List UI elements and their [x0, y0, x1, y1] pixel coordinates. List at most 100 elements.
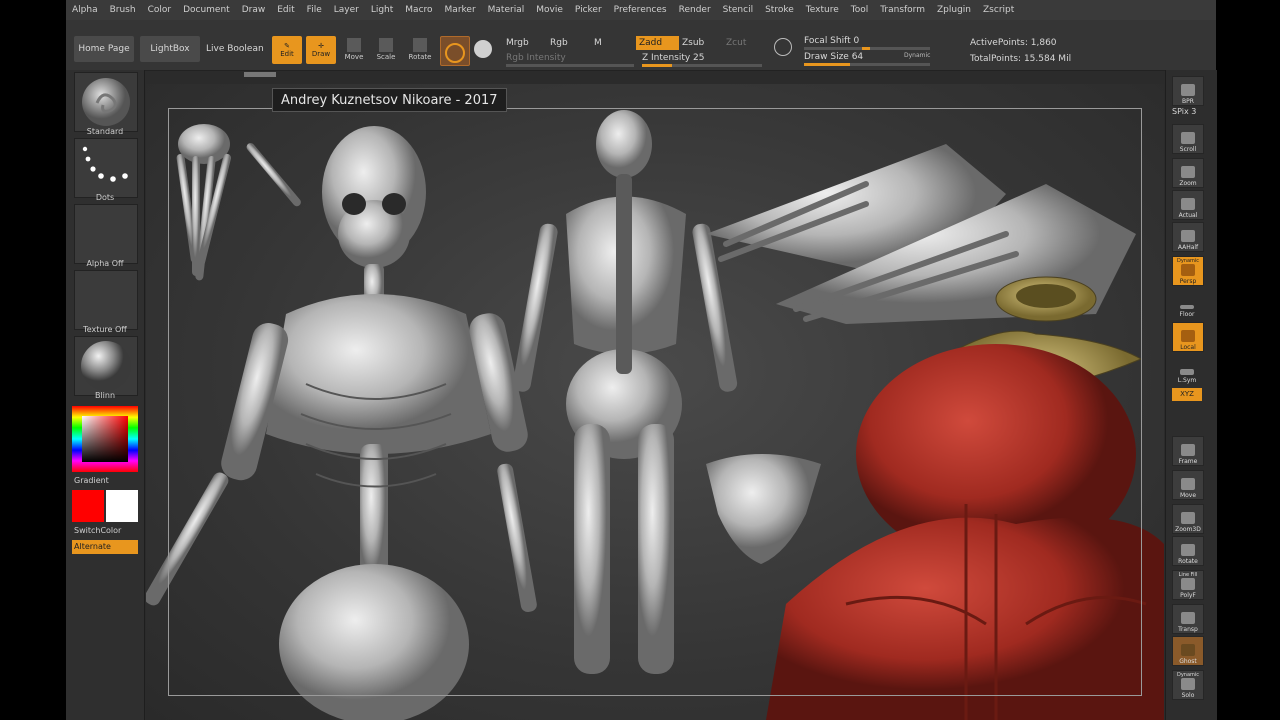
menu-transform[interactable]: Transform	[874, 5, 931, 15]
brush-label: Standard	[86, 127, 124, 136]
left-tray: Standard Dots Alpha Off Texture Off Blin…	[66, 70, 145, 720]
zoom3d-icon	[1181, 512, 1195, 524]
color-wheel-icon	[72, 406, 138, 472]
stroke-label: Dots	[95, 193, 115, 202]
rotate-icon	[413, 38, 427, 52]
home-page-button[interactable]: Home Page	[74, 36, 134, 62]
aahalf-button[interactable]: AAHalf	[1172, 222, 1204, 252]
menu-stencil[interactable]: Stencil	[717, 5, 759, 15]
polyf-label: PolyF	[1180, 592, 1196, 599]
frame-label: Frame	[1178, 458, 1198, 465]
floor-button[interactable]: Floor	[1172, 290, 1202, 318]
focal-shift-slider-label[interactable]: Focal Shift 0	[804, 36, 859, 46]
rgb-button[interactable]: Rgb	[550, 38, 568, 48]
rgb-intensity-slider-label[interactable]: Rgb Intensity	[506, 53, 566, 63]
lsym-button[interactable]: L.Sym	[1172, 356, 1202, 384]
scale-button[interactable]: Scale	[372, 38, 400, 64]
ghost-button[interactable]: Ghost	[1172, 636, 1204, 666]
actual-size-icon	[1181, 198, 1195, 210]
draw-button[interactable]: ✛ Draw	[306, 36, 336, 64]
zsub-button[interactable]: Zsub	[682, 38, 704, 48]
alpha-label: Alpha Off	[86, 259, 124, 268]
m-button[interactable]: M	[594, 38, 602, 48]
draw-size-fill	[804, 63, 850, 66]
menu-document[interactable]: Document	[177, 5, 236, 15]
zadd-button[interactable]: Zadd	[636, 36, 679, 50]
menu-tool[interactable]: Tool	[845, 5, 874, 15]
active-points-readout: ActivePoints: 1,860	[970, 38, 1057, 48]
draw-label: Draw	[311, 50, 331, 58]
polyf-button[interactable]: Line Fill PolyF	[1172, 570, 1204, 600]
draw-size-slider-label[interactable]: Draw Size 64	[804, 52, 863, 62]
zcut-button[interactable]: Zcut	[726, 38, 746, 48]
menu-alpha[interactable]: Alpha	[66, 5, 104, 15]
menu-file[interactable]: File	[301, 5, 328, 15]
scroll-button[interactable]: Scroll	[1172, 124, 1204, 154]
menu-texture[interactable]: Texture	[800, 5, 845, 15]
solo-icon	[1181, 678, 1195, 690]
menu-preferences[interactable]: Preferences	[608, 5, 673, 15]
alternate-button[interactable]: Alternate	[72, 540, 138, 554]
spix-readout[interactable]: SPix 3	[1172, 107, 1196, 116]
transp-button[interactable]: Transp	[1172, 604, 1204, 634]
material-sphere-icon[interactable]	[474, 40, 492, 58]
brush-picker[interactable]	[74, 72, 138, 132]
frame-button[interactable]: Frame	[1172, 436, 1204, 466]
rotate-button[interactable]: Rotate	[406, 38, 434, 64]
local-button[interactable]: Local	[1172, 322, 1204, 352]
menu-color[interactable]: Color	[142, 5, 178, 15]
mrgb-button[interactable]: Mrgb	[506, 38, 529, 48]
rotate-view-button[interactable]: Rotate	[1172, 536, 1204, 566]
lightbox-button[interactable]: LightBox	[140, 36, 200, 62]
edit-button[interactable]: ✎ Edit	[272, 36, 302, 64]
actual-button[interactable]: Actual	[1172, 190, 1204, 220]
menu-render[interactable]: Render	[673, 5, 717, 15]
persp-label: Persp	[1179, 278, 1197, 285]
menu-light[interactable]: Light	[365, 5, 399, 15]
z-intensity-slider-label[interactable]: Z Intensity 25	[642, 53, 705, 63]
blinn-material-icon	[81, 341, 131, 391]
menu-draw[interactable]: Draw	[236, 5, 272, 15]
rgb-intensity-slider[interactable]	[506, 64, 634, 67]
xyz-button[interactable]: XYZ	[1172, 388, 1202, 401]
persp-button[interactable]: Dynamic Persp	[1172, 256, 1204, 286]
menu-layer[interactable]: Layer	[328, 5, 365, 15]
secondary-color-swatch[interactable]	[106, 490, 138, 522]
menu-macro[interactable]: Macro	[399, 5, 438, 15]
bpr-button[interactable]: BPR	[1172, 76, 1204, 106]
draw-icon: ✛	[318, 42, 324, 50]
document-canvas[interactable]	[146, 84, 1164, 720]
solo-button[interactable]: Dynamic Solo	[1172, 670, 1204, 700]
move-view-button[interactable]: Move	[1172, 470, 1204, 500]
menu-edit[interactable]: Edit	[271, 5, 300, 15]
polyframe-icon	[1181, 578, 1195, 590]
alpha-picker[interactable]	[74, 204, 138, 264]
shelf-scroll-handle[interactable]	[244, 72, 276, 77]
material-picker[interactable]	[74, 336, 138, 396]
menu-marker[interactable]: Marker	[439, 5, 482, 15]
main-color-swatch[interactable]	[72, 490, 104, 522]
move-icon	[347, 38, 361, 52]
color-picker[interactable]	[72, 406, 138, 472]
move-button[interactable]: Move	[340, 38, 368, 64]
menu-bar: Alpha Brush Color Document Draw Edit Fil…	[66, 0, 1216, 21]
menu-brush[interactable]: Brush	[104, 5, 142, 15]
menu-movie[interactable]: Movie	[530, 5, 569, 15]
texture-picker[interactable]	[74, 270, 138, 330]
switch-color-button[interactable]: SwitchColor	[74, 526, 136, 535]
menu-stroke[interactable]: Stroke	[759, 5, 800, 15]
lsym-label: L.Sym	[1177, 377, 1197, 384]
live-boolean-button[interactable]: Live Boolean	[206, 44, 266, 54]
brush-preview-button[interactable]	[440, 36, 470, 66]
menu-zscript[interactable]: Zscript	[977, 5, 1020, 15]
menu-material[interactable]: Material	[482, 5, 531, 15]
menu-picker[interactable]: Picker	[569, 5, 608, 15]
ghost-icon	[1181, 644, 1195, 656]
zoom3d-button[interactable]: Zoom3D	[1172, 504, 1204, 534]
menu-zplugin[interactable]: Zplugin	[931, 5, 977, 15]
right-tray: BPR SPix 3 Scroll Zoom Actual AAHalf Dyn…	[1165, 70, 1217, 720]
stroke-picker[interactable]	[74, 138, 138, 198]
dynamic-toggle[interactable]: Dynamic	[904, 52, 930, 59]
scale-label: Scale	[376, 53, 396, 61]
zoom-button[interactable]: Zoom	[1172, 158, 1204, 188]
